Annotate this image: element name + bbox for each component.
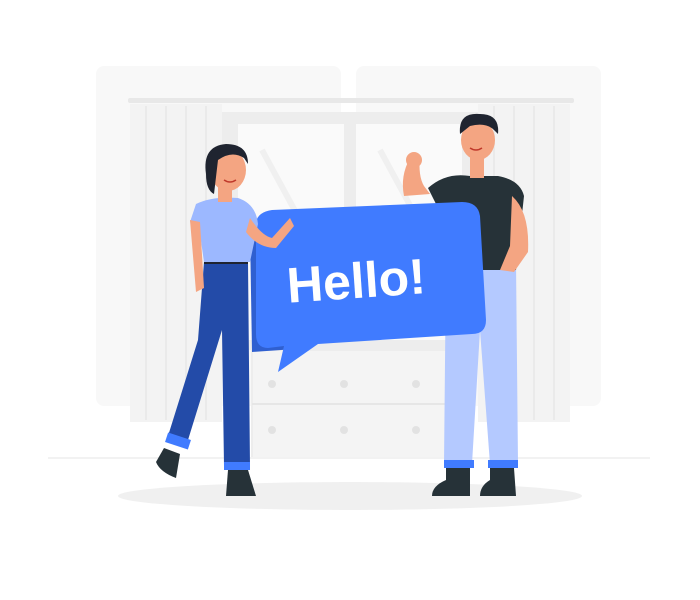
woman-shoe-right [226,470,256,496]
man-cuff-left [444,460,474,468]
woman-shoe-left [156,448,180,478]
illustration-canvas: Hello! [48,66,650,510]
man-fist [406,152,422,168]
man-shoe-left [432,468,470,496]
man-cuff-right [488,460,518,468]
bubble-text: Hello! [285,248,427,314]
curtain-rod [128,98,574,103]
hello-illustration: Hello! [0,0,700,600]
man-shoe-right [480,468,516,496]
woman-cuff-right [224,462,250,470]
